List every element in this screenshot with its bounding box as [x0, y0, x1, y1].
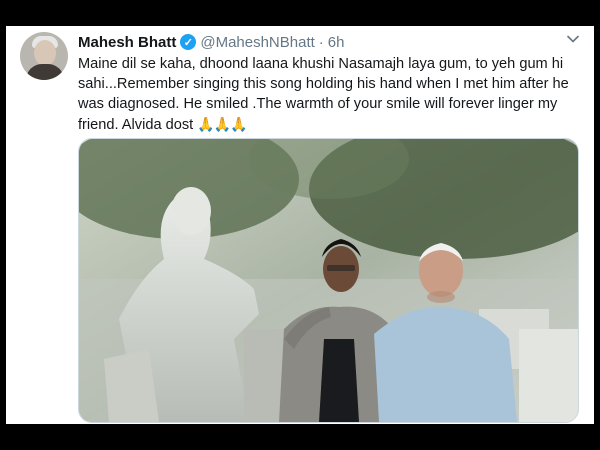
- separator-dot: ·: [318, 33, 324, 51]
- tweet-text: Maine dil se kaha, dhoond laana khushi N…: [78, 56, 569, 133]
- avatar-body: [26, 64, 64, 80]
- avatar-face: [34, 40, 56, 66]
- chevron-down-icon[interactable]: [566, 32, 580, 46]
- tweet-card: Mahesh Bhatt ✓ @MaheshNBhatt · 6h Maine …: [6, 26, 594, 424]
- verified-badge-icon: ✓: [180, 34, 197, 50]
- tweet-body: Maine dil se kaha, dhoond laana khushi N…: [78, 54, 584, 135]
- tweet-photo[interactable]: [78, 138, 579, 423]
- avatar[interactable]: [20, 32, 68, 80]
- tweet-timestamp[interactable]: 6h: [328, 34, 345, 51]
- author-handle[interactable]: @MaheshNBhatt: [200, 34, 314, 51]
- folded-hands-emoji: 🙏🙏🙏: [197, 116, 247, 132]
- tweet-header: Mahesh Bhatt ✓ @MaheshNBhatt · 6h: [78, 32, 344, 52]
- author-name[interactable]: Mahesh Bhatt: [78, 34, 176, 51]
- photo-image: [79, 139, 578, 422]
